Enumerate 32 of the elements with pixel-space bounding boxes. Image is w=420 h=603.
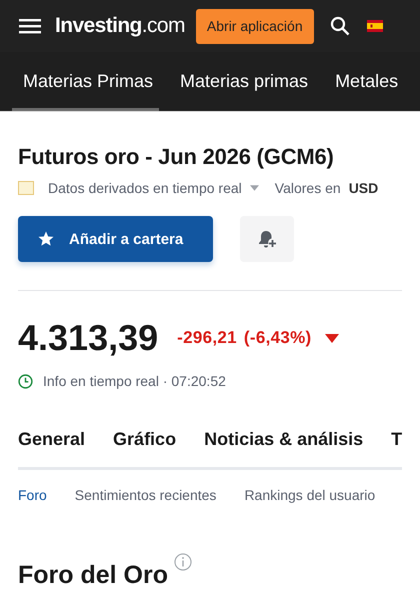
note-icon [18,181,34,195]
add-alert-button[interactable] [240,216,294,262]
sub-tab[interactable]: Foro [18,487,47,503]
section-tab[interactable]: T [391,429,402,450]
info-icon[interactable] [174,553,192,571]
price-change: -296,21 [177,328,237,348]
price: 4.313,39 [18,317,158,359]
instrument-title: Futuros oro - Jun 2026 (GCM6) [18,144,335,170]
logo[interactable]: Investing.com [55,14,185,38]
realtime-status: Info en tiempo real · 07:20:52 [43,373,226,389]
nav-tab[interactable]: Materias Primas [12,52,160,111]
bell-plus-icon [257,229,277,249]
nav-tab[interactable]: Metales [324,52,404,111]
nav-tab[interactable]: Materias primas [169,52,314,111]
currency-label: Valores en [274,180,341,196]
sub-tab[interactable]: Rankings del usuario [244,487,376,503]
search-icon[interactable] [330,16,350,36]
caret-icon [250,185,259,191]
currency-value: USD [348,180,378,196]
clock-icon [18,374,33,388]
flag-icon[interactable] [366,20,383,32]
menu-icon[interactable] [19,18,41,34]
section-tab[interactable]: Noticias & análisis [204,429,364,450]
star-icon [37,230,55,248]
open-app-button[interactable]: Abrir aplicación [196,8,314,44]
forum-heading: Foro del Oro [18,561,168,590]
section-tab[interactable]: Gráfico [113,429,176,450]
add-to-watchlist-button[interactable]: Añadir a cartera [18,216,213,262]
data-source-dropdown[interactable]: Datos derivados en tiempo real [48,180,259,196]
sub-tab[interactable]: Sentimientos recientes [74,487,216,503]
section-tab[interactable]: General [18,429,86,450]
price-change-percent: (-6,43%) [244,328,312,348]
